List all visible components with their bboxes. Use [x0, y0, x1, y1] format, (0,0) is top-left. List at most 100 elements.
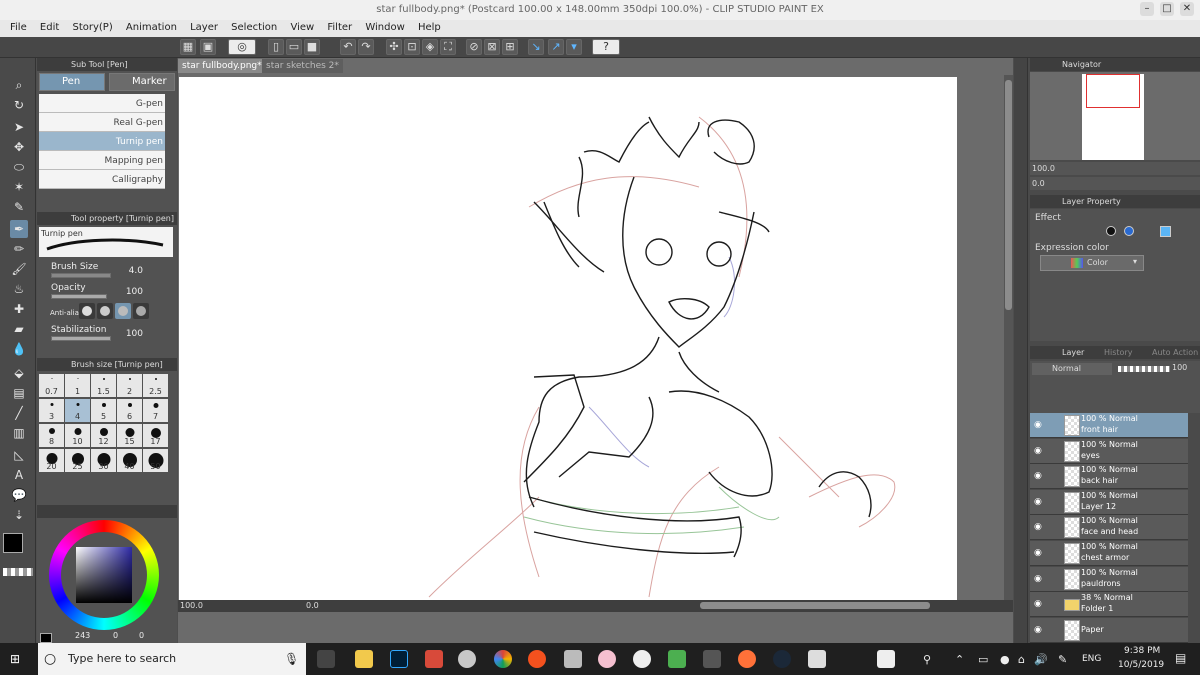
layer-row[interactable]: ◉ 100 % Normal chest armor [1030, 541, 1188, 566]
layer-row[interactable]: ◉ 100 % Normal front hair [1030, 413, 1188, 438]
ruler-tool-icon[interactable]: ◺ [10, 446, 28, 464]
clock-time[interactable]: 9:38 PM [1124, 646, 1160, 656]
game-app-icon[interactable] [668, 650, 686, 668]
invert-selection-icon[interactable]: ⊠ [484, 39, 500, 55]
firefox-icon[interactable] [738, 650, 756, 668]
stabilization-slider[interactable] [51, 336, 111, 341]
minimize-button[interactable]: – [1140, 2, 1154, 16]
pinned-app-icon[interactable] [877, 650, 895, 668]
brush-size-slider[interactable] [51, 273, 111, 278]
maximize-button[interactable]: □ [1160, 2, 1174, 16]
microphone-icon[interactable]: 🎙 [284, 643, 299, 675]
layer-row[interactable]: ◉ 100 % Normal face and head [1030, 515, 1188, 541]
brush-size-cell[interactable]: 1.5 [91, 374, 116, 397]
undo-icon[interactable]: ↶ [340, 39, 356, 55]
new-file-icon[interactable]: ▯ [268, 39, 284, 55]
display-icon[interactable]: ▭ [978, 653, 988, 666]
redo-icon[interactable]: ↷ [358, 39, 374, 55]
brush-size-cell[interactable]: 0.7 [39, 374, 64, 397]
workspace-icon[interactable]: ▣ [200, 39, 216, 55]
brush-size-cell[interactable]: 6 [117, 399, 142, 422]
navigator-rotation-value[interactable]: 0.0 [1032, 179, 1045, 188]
grid-view-icon[interactable]: ▦ [180, 39, 196, 55]
paint-icon[interactable] [458, 650, 476, 668]
brush-size-value[interactable]: 4.0 [113, 266, 143, 276]
canvas-zoom-value[interactable]: 100.0 [180, 601, 203, 610]
eye-icon[interactable]: ◉ [1034, 446, 1044, 456]
color-wheel[interactable] [49, 520, 159, 630]
navigator-viewport-frame[interactable] [1086, 74, 1140, 108]
close-button[interactable]: ✕ [1180, 2, 1194, 16]
eye-icon[interactable]: ◉ [1034, 599, 1044, 609]
brush-calligraphy[interactable]: Calligraphy [39, 170, 165, 189]
brush-size-cell[interactable]: 50 [143, 449, 168, 472]
eye-icon[interactable]: ◉ [1034, 471, 1044, 481]
eye-icon[interactable]: ◉ [1034, 497, 1044, 507]
file-explorer-icon[interactable] [355, 650, 373, 668]
fill-tool-icon[interactable]: ⬙ [10, 364, 28, 382]
pen-tool-icon[interactable]: ✒ [10, 220, 28, 238]
eraser-tool-icon[interactable]: ▰ [10, 320, 28, 338]
layer-opacity-value[interactable]: 100 [1172, 363, 1187, 372]
eye-icon[interactable]: ◉ [1034, 625, 1044, 635]
volume-icon[interactable]: 🔊 [1034, 653, 1048, 666]
snap-ruler-icon[interactable]: ↘ [528, 39, 544, 55]
clip-studio-paint-taskbar-icon[interactable] [808, 650, 826, 668]
eyedropper-tool-icon[interactable]: ✎ [10, 198, 28, 216]
brush-size-cell[interactable]: 3 [39, 399, 64, 422]
main-color-mini-icon[interactable] [40, 633, 52, 643]
brush-real-g-pen[interactable]: Real G-pen [39, 113, 165, 132]
snap-special-ruler-icon[interactable]: ↗ [548, 39, 564, 55]
menu-help[interactable]: Help [413, 20, 446, 35]
network-icon[interactable]: ⌂ [1018, 653, 1025, 666]
brush-size-cell[interactable]: 2.5 [143, 374, 168, 397]
fill-icon[interactable]: ◈ [422, 39, 438, 55]
canvas-rotation-value[interactable]: 0.0 [306, 601, 319, 610]
clip-studio-icon[interactable]: ◎ [228, 39, 256, 55]
brush-mapping-pen[interactable]: Mapping pen [39, 151, 165, 170]
effect-layer-color-icon[interactable] [1160, 226, 1171, 237]
blend-tool-icon[interactable]: 💧 [10, 340, 28, 358]
clear-outside-icon[interactable]: ⊡ [404, 39, 420, 55]
layer-row[interactable]: ◉ 38 % Normal Folder 1 [1030, 592, 1188, 618]
photoshop-icon[interactable] [390, 650, 408, 668]
layer-opacity-slider[interactable] [1118, 366, 1170, 372]
antialias-weak-icon[interactable] [97, 303, 113, 319]
menu-filter[interactable]: Filter [322, 20, 357, 35]
antialias-medium-icon[interactable] [115, 303, 131, 319]
opacity-slider[interactable] [51, 294, 107, 299]
frame-tool-icon[interactable]: ▥ [10, 424, 28, 442]
language-indicator[interactable]: ENG [1082, 654, 1101, 664]
blend-mode-select[interactable]: Normal [1032, 363, 1112, 375]
layer-row[interactable]: ◉ Paper [1030, 617, 1188, 643]
menu-view[interactable]: View [285, 20, 319, 35]
selection-layer-icon[interactable]: ⊞ [502, 39, 518, 55]
chrome-icon[interactable] [494, 650, 512, 668]
drawing-canvas[interactable] [179, 77, 957, 601]
tab-auto-action[interactable]: Auto Action [1152, 346, 1198, 359]
crunchyroll-icon[interactable] [528, 650, 546, 668]
move-layer-tool-icon[interactable]: ✥ [10, 138, 28, 156]
effect-tone-icon[interactable] [1124, 226, 1134, 236]
clear-icon[interactable]: ✣ [386, 39, 402, 55]
notification-icon[interactable]: ▤ [1175, 651, 1186, 665]
tab-layer[interactable]: Layer [1062, 346, 1084, 359]
brush-size-cell[interactable]: 15 [117, 424, 142, 447]
color-square[interactable] [76, 547, 132, 603]
eye-icon[interactable]: ◉ [1034, 548, 1044, 558]
zoom-tool-icon[interactable]: ⌕ [10, 76, 28, 94]
layer-row[interactable]: ◉ 100 % Normal eyes [1030, 438, 1188, 464]
people-icon[interactable]: ⚲ [923, 653, 931, 666]
eye-icon[interactable]: ◉ [1034, 522, 1044, 532]
taskbar-search-box[interactable]: ○ Type here to search 🎙 [38, 643, 306, 675]
canvas-vertical-scroll-thumb[interactable] [1005, 80, 1012, 310]
task-view-icon[interactable] [317, 650, 335, 668]
brush-size-cell[interactable]: 8 [39, 424, 64, 447]
layer-row[interactable]: ◉ 100 % Normal pauldrons [1030, 566, 1188, 592]
eye-icon[interactable]: ◉ [1034, 574, 1044, 584]
transform-icon[interactable]: ⛶ [440, 39, 456, 55]
pencil-tool-icon[interactable]: ✏ [10, 240, 28, 258]
tab-pen[interactable]: Pen [39, 73, 105, 91]
menu-story[interactable]: Story(P) [67, 20, 117, 35]
rotate-tool-icon[interactable]: ↻ [10, 96, 28, 114]
